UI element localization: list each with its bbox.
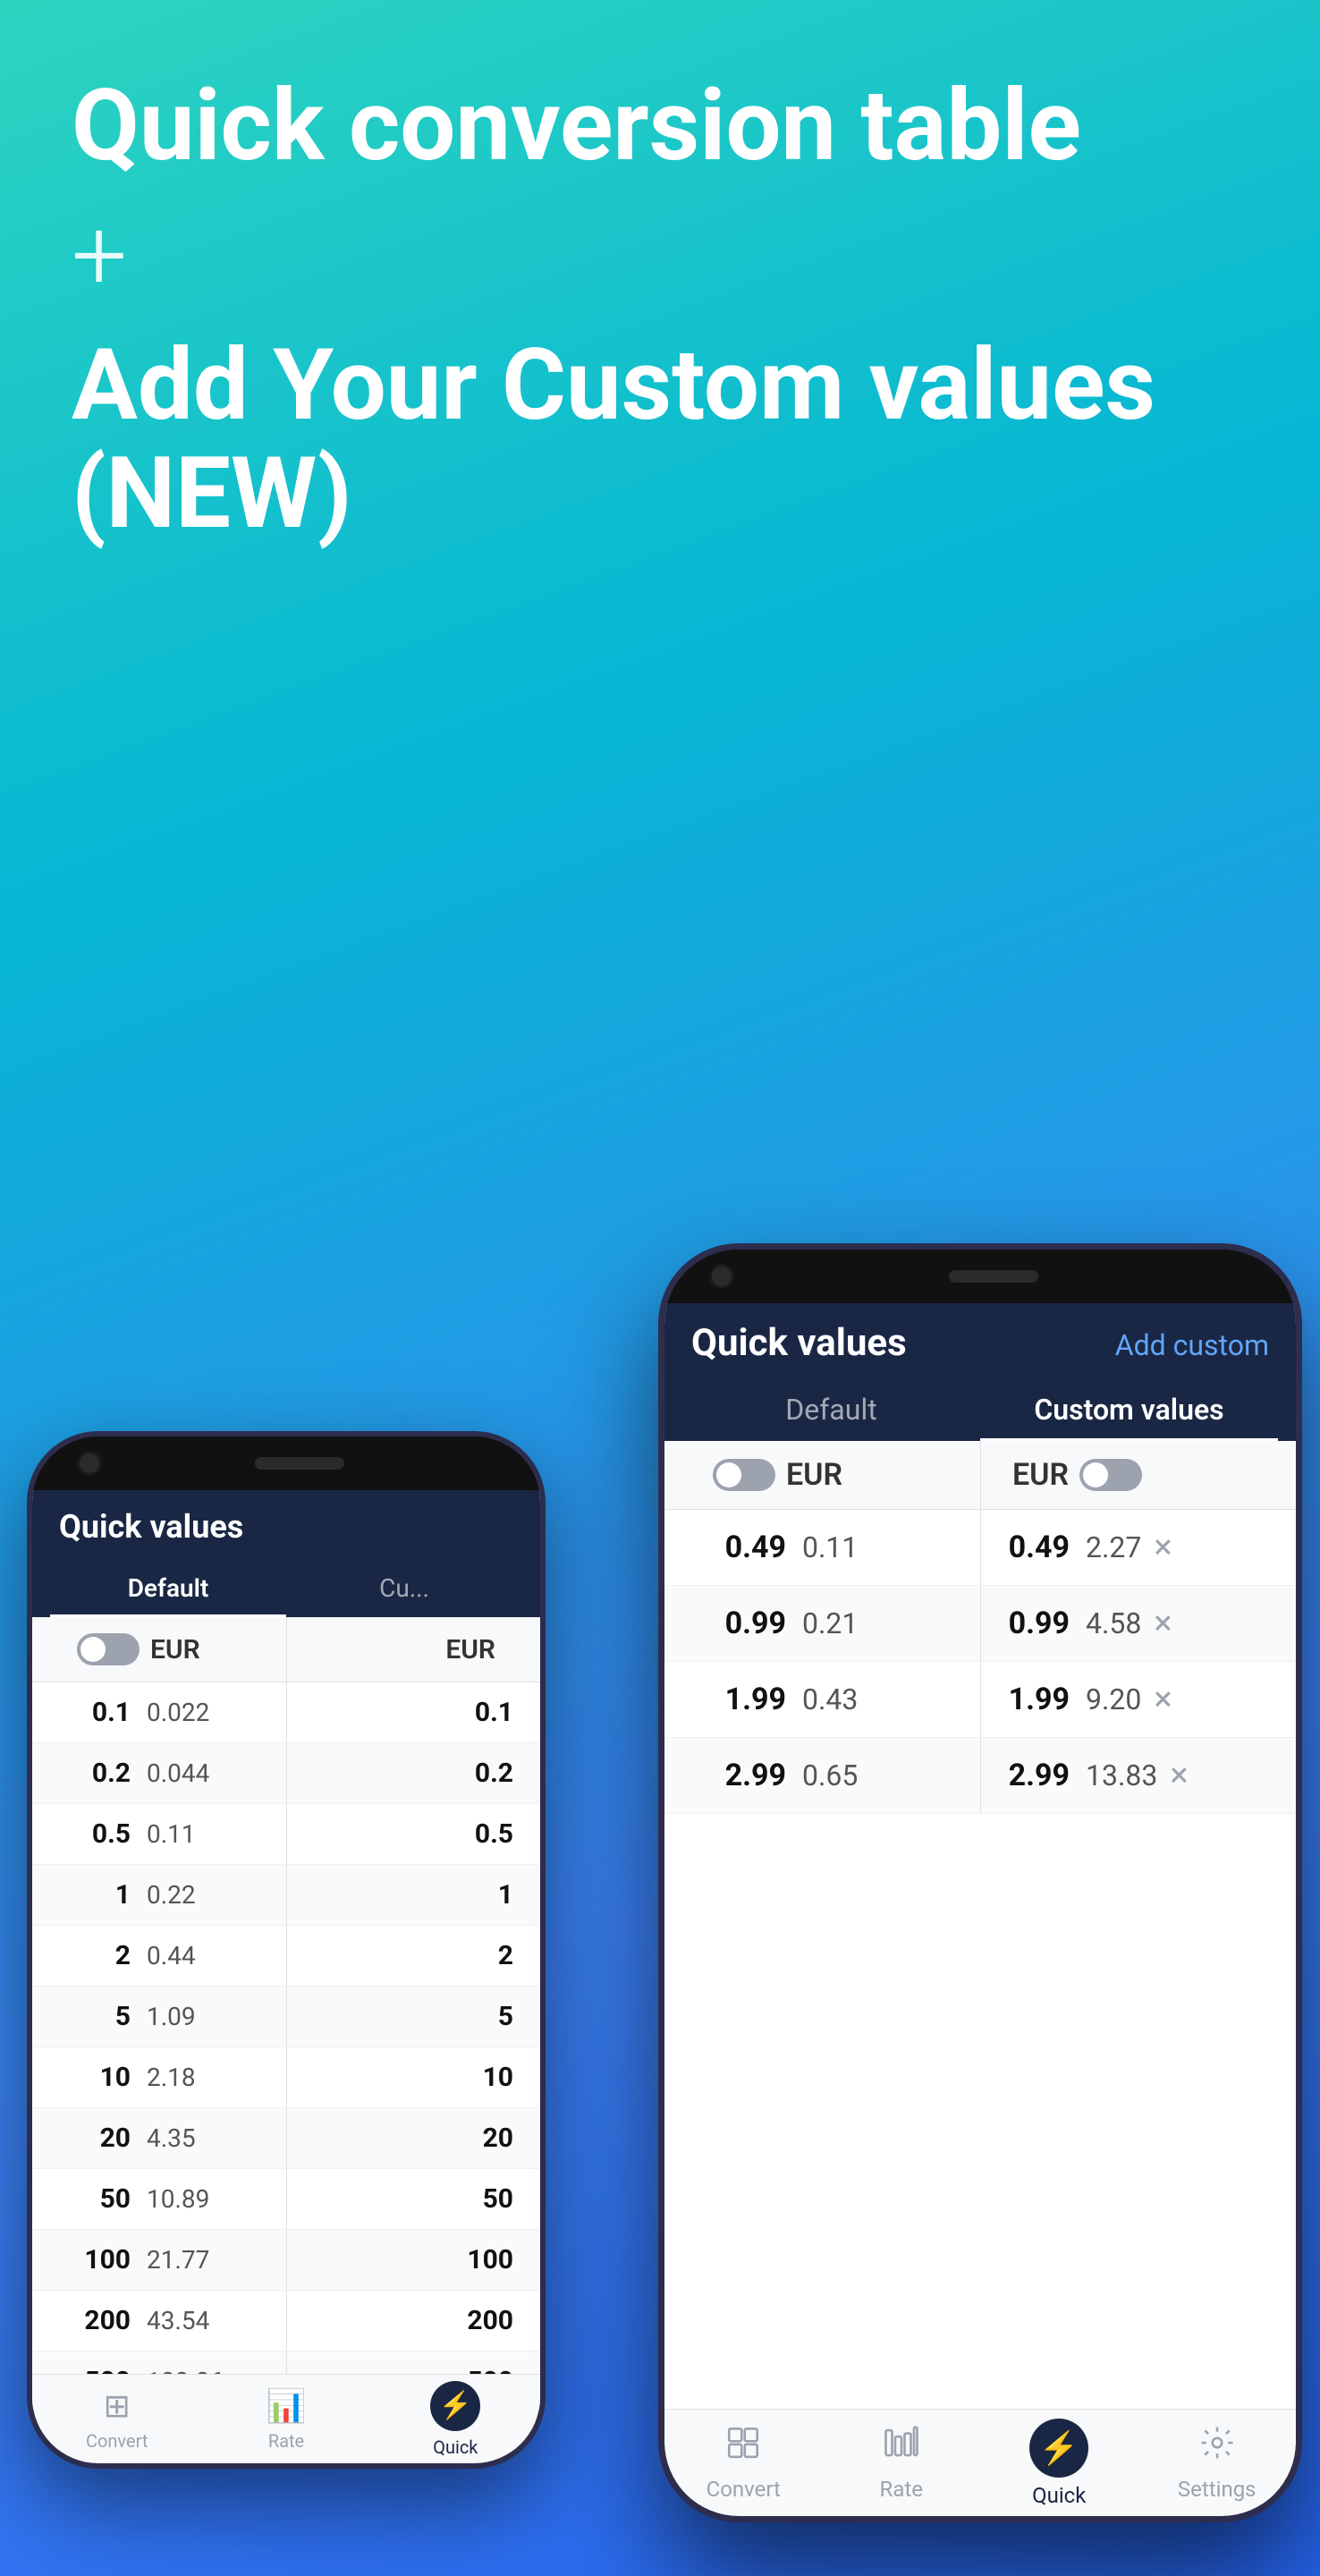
table-row: 0.49 0.11 0.49 2.27 × (664, 1510, 1296, 1586)
table-row: 100 21.77 100 (32, 2230, 540, 2291)
table-row: 0.99 0.21 0.99 4.58 × (664, 1586, 1296, 1662)
table-row: 200 43.54 200 (32, 2291, 540, 2351)
table-row: 1.99 0.43 1.99 9.20 × (664, 1662, 1296, 1738)
back-from-label: EUR (150, 1634, 200, 1665)
phone-back-notch (32, 1436, 540, 1490)
back-col-divider (286, 1617, 287, 1682)
front-from-label: EUR (786, 1457, 842, 1493)
front-nav-convert[interactable]: Convert (664, 2424, 823, 2445)
phone-front-camera (709, 1264, 734, 1289)
table-row: 2 0.44 2 (32, 1926, 540, 1987)
front-toggle-to[interactable] (1079, 1459, 1142, 1491)
phone-back-speaker (255, 1457, 344, 1470)
back-to-label: EUR (445, 1634, 495, 1665)
table-row: 5 1.09 5 (32, 1987, 540, 2047)
front-tabs-row: Default Custom values (664, 1378, 1296, 1441)
phones-container: Quick values Default Cu... EUR EUR (0, 698, 1320, 2576)
front-tab-default[interactable]: Default (682, 1378, 980, 1441)
quick-icon: ⚡ (430, 2381, 480, 2411)
back-tab-custom[interactable]: Cu... (286, 1559, 522, 1617)
front-bottom-nav: Convert Rate ⚡ Quick (664, 2409, 1296, 2445)
rate-icon: 📊 (267, 2387, 307, 2411)
table-row: 0.2 0.044 0.2 (32, 1743, 540, 1804)
convert-icon: ⊞ (104, 2387, 131, 2411)
front-toggle-from[interactable] (713, 1459, 775, 1491)
table-row: 10 2.18 10 (32, 2047, 540, 2108)
back-tab-default[interactable]: Default (50, 1559, 286, 1617)
back-toggle-from[interactable] (77, 1633, 140, 1665)
front-header-title: Quick values (691, 1321, 907, 1365)
delete-row-4[interactable]: × (1170, 1756, 1188, 1795)
phone-back-camera (77, 1451, 102, 1476)
back-from-currency: EUR (59, 1633, 286, 1665)
phone-front: Quick values Add custom Default Custom v… (658, 1243, 1302, 2522)
back-app-header: Quick values (32, 1490, 540, 1559)
front-quick-icon: ⚡ (1029, 2419, 1088, 2445)
front-nav-settings[interactable]: Settings (1138, 2424, 1297, 2445)
front-nav-quick[interactable]: ⚡ Quick (980, 2419, 1138, 2445)
nav-quick[interactable]: ⚡ Quick (371, 2381, 540, 2411)
back-table: 0.1 0.022 0.1 0.2 0.044 0.2 (32, 1682, 540, 2410)
table-row: 20 4.35 20 (32, 2108, 540, 2169)
nav-convert[interactable]: ⊞ Convert (32, 2387, 201, 2411)
table-row: 2.99 0.65 2.99 13.83 × (664, 1738, 1296, 1814)
phone-front-speaker (949, 1270, 1038, 1283)
back-to-currency: EUR (286, 1634, 513, 1665)
front-nav-rate[interactable]: Rate (823, 2424, 981, 2445)
front-to-label: EUR (1012, 1457, 1069, 1493)
delete-row-1[interactable]: × (1154, 1528, 1172, 1567)
front-settings-icon (1198, 2424, 1236, 2445)
nav-rate[interactable]: 📊 Rate (201, 2387, 370, 2411)
hero-title: Quick conversion table (72, 72, 1248, 180)
hero-subtitle: Add Your Custom values (NEW) (72, 331, 1248, 547)
front-from-currency: EUR (691, 1457, 980, 1493)
back-tabs-row: Default Cu... (32, 1559, 540, 1617)
front-to-currency: EUR (980, 1457, 1269, 1493)
back-currency-row: EUR EUR (32, 1617, 540, 1682)
front-table: 0.49 0.11 0.49 2.27 × 0.99 0.21 (664, 1510, 1296, 1814)
delete-row-3[interactable]: × (1154, 1680, 1172, 1719)
table-row: 0.5 0.11 0.5 (32, 1804, 540, 1865)
back-header-title: Quick values (59, 1508, 513, 1546)
front-app-header: Quick values Add custom (664, 1303, 1296, 1378)
phone-back: Quick values Default Cu... EUR EUR (27, 1431, 546, 2469)
front-convert-icon (724, 2424, 762, 2445)
add-custom-button[interactable]: Add custom (1115, 1328, 1269, 1362)
front-rate-icon (883, 2424, 920, 2445)
phone-front-notch (664, 1250, 1296, 1303)
phone-back-screen: Quick values Default Cu... EUR EUR (32, 1490, 540, 2410)
delete-row-2[interactable]: × (1154, 1604, 1172, 1643)
hero-plus: + (72, 198, 1248, 313)
phone-front-screen: Quick values Add custom Default Custom v… (664, 1303, 1296, 2445)
front-tab-custom[interactable]: Custom values (980, 1378, 1278, 1441)
table-row: 50 10.89 50 (32, 2169, 540, 2230)
table-row: 1 0.22 1 (32, 1865, 540, 1926)
back-bottom-nav: ⊞ Convert 📊 Rate ⚡ Quick (32, 2374, 540, 2410)
front-currency-row: EUR EUR (664, 1441, 1296, 1510)
table-row: 0.1 0.022 0.1 (32, 1682, 540, 1743)
hero-section: Quick conversion table + Add Your Custom… (0, 0, 1320, 583)
